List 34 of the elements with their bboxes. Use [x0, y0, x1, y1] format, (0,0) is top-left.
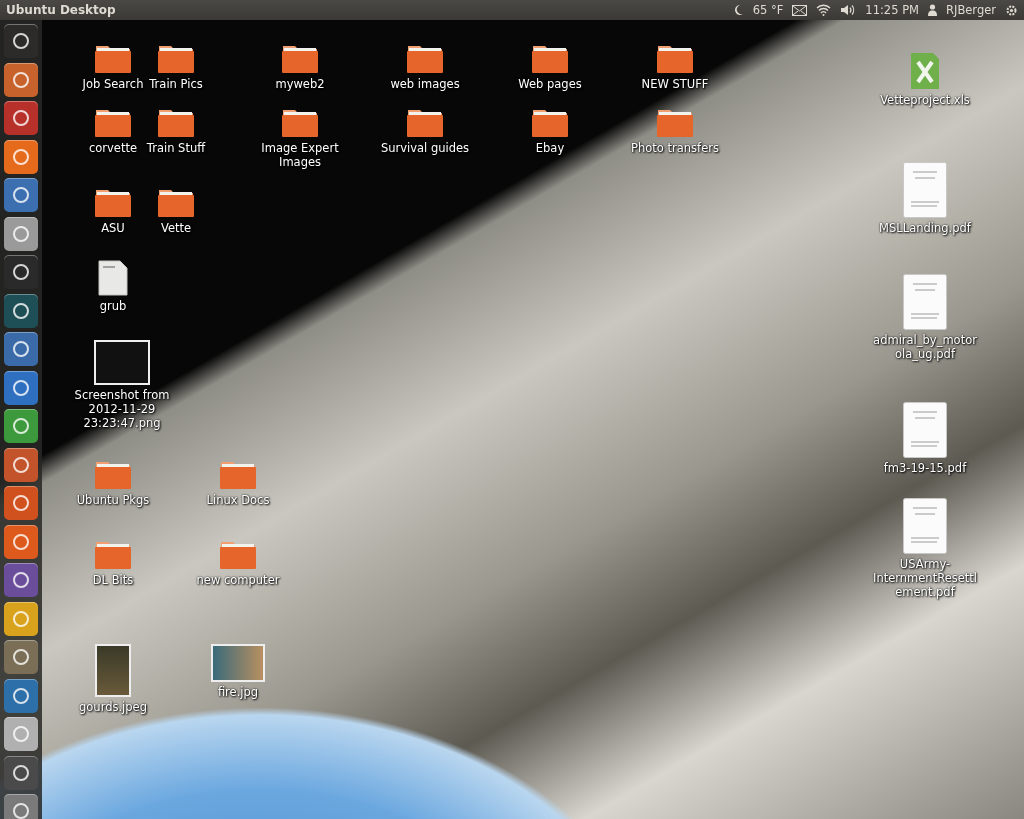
file-label[interactable]: Train Pics [149, 77, 203, 91]
weather-temperature[interactable]: 65 °F [752, 3, 784, 17]
document-thumbnail-icon[interactable] [903, 402, 947, 458]
file-label[interactable]: Screenshot from 2012-11-29 23:23:47.png [57, 388, 187, 430]
photo-placeholder[interactable] [95, 644, 131, 697]
file-label[interactable]: grub [99, 299, 127, 313]
user-icon[interactable] [928, 4, 937, 16]
screenshot-thumbnail[interactable] [94, 340, 150, 385]
wifi-icon[interactable] [816, 4, 832, 16]
document-thumbnail-icon[interactable] [903, 274, 947, 330]
power-gear-icon[interactable] [1005, 3, 1018, 17]
file-label[interactable]: Survival guides [380, 141, 470, 155]
document-thumbnail-icon[interactable] [903, 498, 947, 554]
user-name[interactable]: RJBerger [946, 3, 996, 17]
file-label[interactable]: web images [390, 77, 460, 91]
file-label[interactable]: ASU [101, 221, 125, 235]
moon-icon[interactable] [733, 4, 744, 16]
file-label[interactable]: Train Stuff [146, 141, 206, 155]
document-thumbnail-icon[interactable] [903, 162, 947, 218]
window-title: Ubuntu Desktop [6, 3, 116, 17]
clock[interactable]: 11:25 PM [865, 3, 919, 17]
file-label[interactable]: Web pages [518, 77, 582, 91]
file-label[interactable]: Ebay [535, 141, 565, 155]
file-label[interactable]: Image Expert Images [240, 141, 360, 169]
file-label[interactable]: Job Search [82, 77, 144, 91]
file-label[interactable]: myweb2 [275, 77, 325, 91]
file-label[interactable]: corvette [88, 141, 138, 155]
mail-icon[interactable] [792, 4, 808, 16]
file-label[interactable]: NEW STUFF [641, 77, 709, 91]
text-file-icon[interactable] [98, 260, 128, 296]
photo-placeholder[interactable] [211, 644, 265, 682]
file-label[interactable]: fm3-19-15.pdf [883, 461, 967, 475]
file-label[interactable]: Vette [160, 221, 192, 235]
volume-icon[interactable] [840, 4, 857, 16]
